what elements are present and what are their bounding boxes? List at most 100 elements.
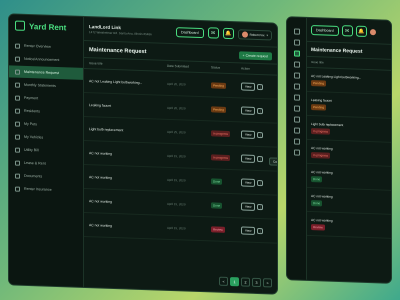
view-button[interactable]: View: [241, 225, 256, 235]
status-badge: In progress: [211, 153, 231, 161]
sidebar-item-label: Monthly Statements: [24, 82, 56, 88]
sidebar-item-label: Residents: [24, 108, 40, 114]
chat-icon[interactable]: ✉: [207, 27, 219, 39]
sidebar-item-label: Documents: [24, 173, 43, 179]
dashboard-button-secondary[interactable]: Dashboard: [311, 24, 339, 36]
sidebar-item-label: Payment: [24, 95, 39, 101]
view-button[interactable]: View: [241, 177, 256, 187]
issue-title: AC not Leaking Light bulbworking...: [311, 73, 362, 80]
view-button[interactable]: View: [241, 201, 256, 211]
sidebar-item-residents[interactable]: Residents: [9, 104, 83, 119]
list-item[interactable]: AC not working Done: [307, 163, 391, 191]
wrench-icon[interactable]: [293, 50, 300, 57]
dashboard-button[interactable]: Dashboard: [176, 26, 204, 38]
list-item[interactable]: AC not working Done: [307, 187, 391, 215]
secondary-topbar: Dashboard ✉ 🔔: [307, 17, 391, 45]
sidebar-item-utility-bill[interactable]: Utility Bill: [9, 143, 83, 158]
avatar: [241, 30, 248, 38]
app-logo[interactable]: Yard Rent: [9, 20, 83, 41]
sidebar-item-maintenance-request[interactable]: Maintenance Request: [9, 65, 83, 80]
page-button[interactable]: 2: [241, 277, 250, 287]
sidebar-item-label: Utility Bill: [24, 147, 39, 153]
status-badge: In progress: [211, 129, 231, 137]
pagination: <1 2 3 >: [219, 276, 272, 288]
prev-page-button[interactable]: <: [219, 276, 228, 286]
sidebar-item-my-pets[interactable]: My Pets: [9, 117, 83, 132]
shield-icon: [15, 186, 20, 192]
status-badge: Pending: [211, 105, 227, 113]
list-item[interactable]: Leaking faucet Pending: [307, 91, 391, 119]
list-item[interactable]: AC not working Review: [307, 211, 391, 239]
car-icon: [15, 134, 20, 140]
sidebar-item-label: Renter Insurance: [24, 186, 52, 192]
grid-icon[interactable]: [293, 28, 300, 35]
status-badge: Done: [311, 199, 323, 206]
folder-icon[interactable]: [293, 138, 300, 145]
secondary-content: Dashboard ✉ 🔔 Maintenance Request Issue …: [307, 17, 391, 283]
bell-icon: [15, 56, 20, 62]
next-page-button[interactable]: >: [263, 278, 272, 288]
shield-icon[interactable]: [293, 149, 300, 156]
sidebar: Yard Rent Renter Overview Notice/Announce…: [9, 14, 84, 287]
more-options-icon[interactable]: ⋮: [257, 179, 264, 186]
car-icon[interactable]: [293, 105, 300, 112]
more-options-icon[interactable]: ⋮: [257, 203, 264, 210]
more-options-icon[interactable]: ⋮: [257, 227, 264, 234]
avatar[interactable]: [369, 28, 376, 35]
notification-icon[interactable]: 🔔: [355, 25, 367, 37]
col-action: Action: [241, 66, 250, 71]
key-icon[interactable]: [293, 127, 300, 134]
list-item[interactable]: Light bulb replacement In progress: [307, 115, 391, 143]
view-button[interactable]: View: [241, 129, 256, 139]
status-badge: Pending: [311, 103, 327, 111]
issue-title: AC not working: [89, 150, 112, 156]
issue-title: AC not working: [311, 217, 333, 223]
list-item[interactable]: AC not working In progress: [307, 139, 391, 167]
chat-icon[interactable]: ✉: [341, 25, 353, 37]
issue-title: Leaking faucet: [89, 102, 112, 108]
status-badge: Pending: [211, 81, 227, 89]
sidebar-item-monthly-statements[interactable]: Monthly Statements: [9, 78, 83, 93]
sidebar-item-documents[interactable]: Documents: [9, 169, 83, 184]
sidebar-item-my-vehicles[interactable]: My Vehicles: [9, 130, 83, 145]
view-button[interactable]: View: [241, 105, 256, 115]
users-icon[interactable]: [293, 83, 300, 90]
date-submitted: April 15, 2020: [167, 177, 186, 182]
page-button[interactable]: 1: [230, 277, 239, 287]
profile-menu[interactable]: Robert Fox ▾: [237, 28, 272, 41]
col-status: Status: [211, 65, 221, 70]
status-badge: Done: [311, 175, 323, 182]
issue-title: AC not working: [89, 174, 112, 180]
secondary-window: Dashboard ✉ 🔔 Maintenance Request Issue …: [286, 16, 392, 284]
sidebar-item-renter-overview[interactable]: Renter Overview: [9, 39, 83, 54]
profile-name: Robert Fox: [249, 32, 265, 37]
bolt-icon[interactable]: [293, 116, 300, 123]
key-icon: [15, 160, 20, 166]
sidebar-item-renter-insurance[interactable]: Renter Insurance: [9, 182, 83, 197]
main-content: LandLord Link 1472 Westheimer Rd. Santa …: [84, 16, 278, 294]
sidebar-item-lease-rent[interactable]: Lease & Rent: [9, 156, 83, 171]
more-options-icon[interactable]: ⋮: [257, 155, 264, 162]
col-date-submitted: Date Submitted: [167, 63, 189, 69]
notification-icon[interactable]: 🔔: [222, 27, 234, 40]
view-button[interactable]: View: [241, 81, 256, 91]
logo-icon: [15, 20, 25, 31]
more-options-icon[interactable]: ⋮: [257, 83, 264, 90]
file-icon[interactable]: [293, 61, 300, 68]
more-options-icon[interactable]: ⋮: [257, 107, 264, 114]
sidebar-item-payment[interactable]: Payment: [9, 91, 83, 106]
address-block: LandLord Link 1472 Westheimer Rd. Santa …: [89, 24, 172, 37]
view-button[interactable]: View: [241, 153, 256, 163]
wallet-icon[interactable]: [293, 72, 300, 79]
list-item[interactable]: AC not Leaking Light bulbworking... Pendi…: [307, 67, 391, 95]
more-options-icon[interactable]: ⋮: [257, 131, 264, 138]
page-button[interactable]: 3: [252, 277, 261, 288]
cancel-menu-item[interactable]: Cancel: [269, 157, 278, 167]
date-submitted: April 15, 2020: [167, 153, 186, 158]
create-request-button[interactable]: + Create request: [238, 51, 272, 61]
sidebar-item-label: Notice/Announcement: [24, 56, 60, 63]
bell-icon[interactable]: [293, 39, 300, 46]
paw-icon[interactable]: [293, 94, 300, 101]
sidebar-item-notice-announcement[interactable]: Notice/Announcement: [9, 52, 83, 67]
status-badge: Review: [211, 225, 225, 233]
